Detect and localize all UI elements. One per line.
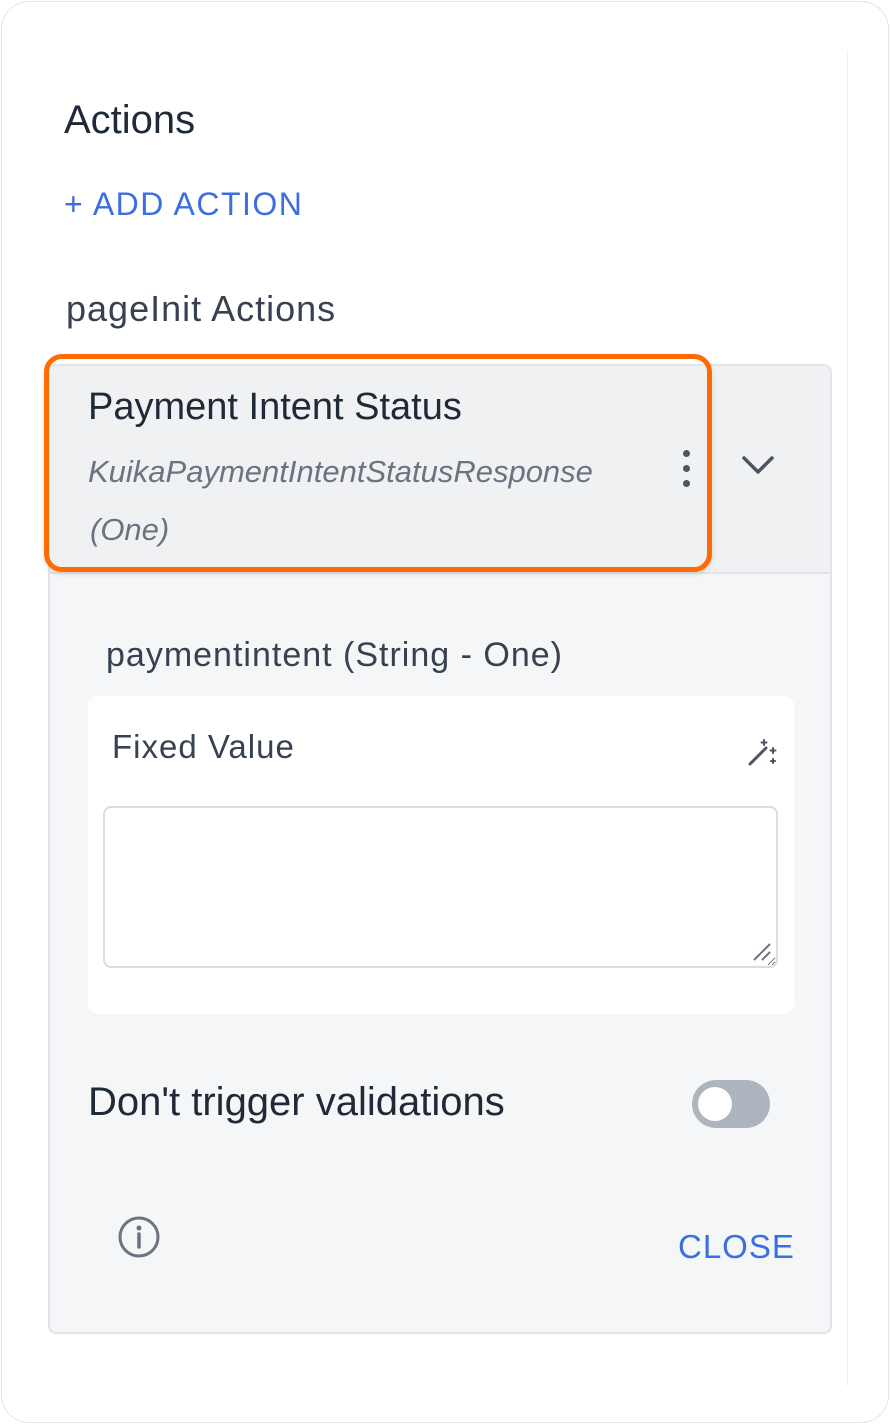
fixed-value-textarea[interactable] xyxy=(103,806,778,968)
action-cardinality: (One) xyxy=(90,512,170,547)
add-action-button[interactable]: + ADD ACTION xyxy=(64,186,303,223)
dont-trigger-validations-label: Don't trigger validations xyxy=(88,1080,505,1124)
fixed-value-label: Fixed Value xyxy=(112,728,295,765)
close-button[interactable]: CLOSE xyxy=(678,1228,795,1266)
action-type: KuikaPaymentIntentStatusResponse xyxy=(88,454,593,489)
toggle-knob xyxy=(698,1087,732,1121)
panel-divider xyxy=(847,50,848,1386)
magic-wand-icon[interactable] xyxy=(744,734,780,770)
dont-trigger-validations-toggle[interactable] xyxy=(692,1080,770,1128)
action-name: Payment Intent Status xyxy=(88,386,462,428)
section-title: pageInit Actions xyxy=(66,288,337,329)
parameter-label: paymentintent (String - One) xyxy=(106,636,563,674)
more-vertical-icon[interactable] xyxy=(676,448,696,490)
chevron-down-icon[interactable] xyxy=(738,448,778,484)
panel-title: Actions xyxy=(64,98,196,142)
info-icon[interactable] xyxy=(116,1214,162,1260)
